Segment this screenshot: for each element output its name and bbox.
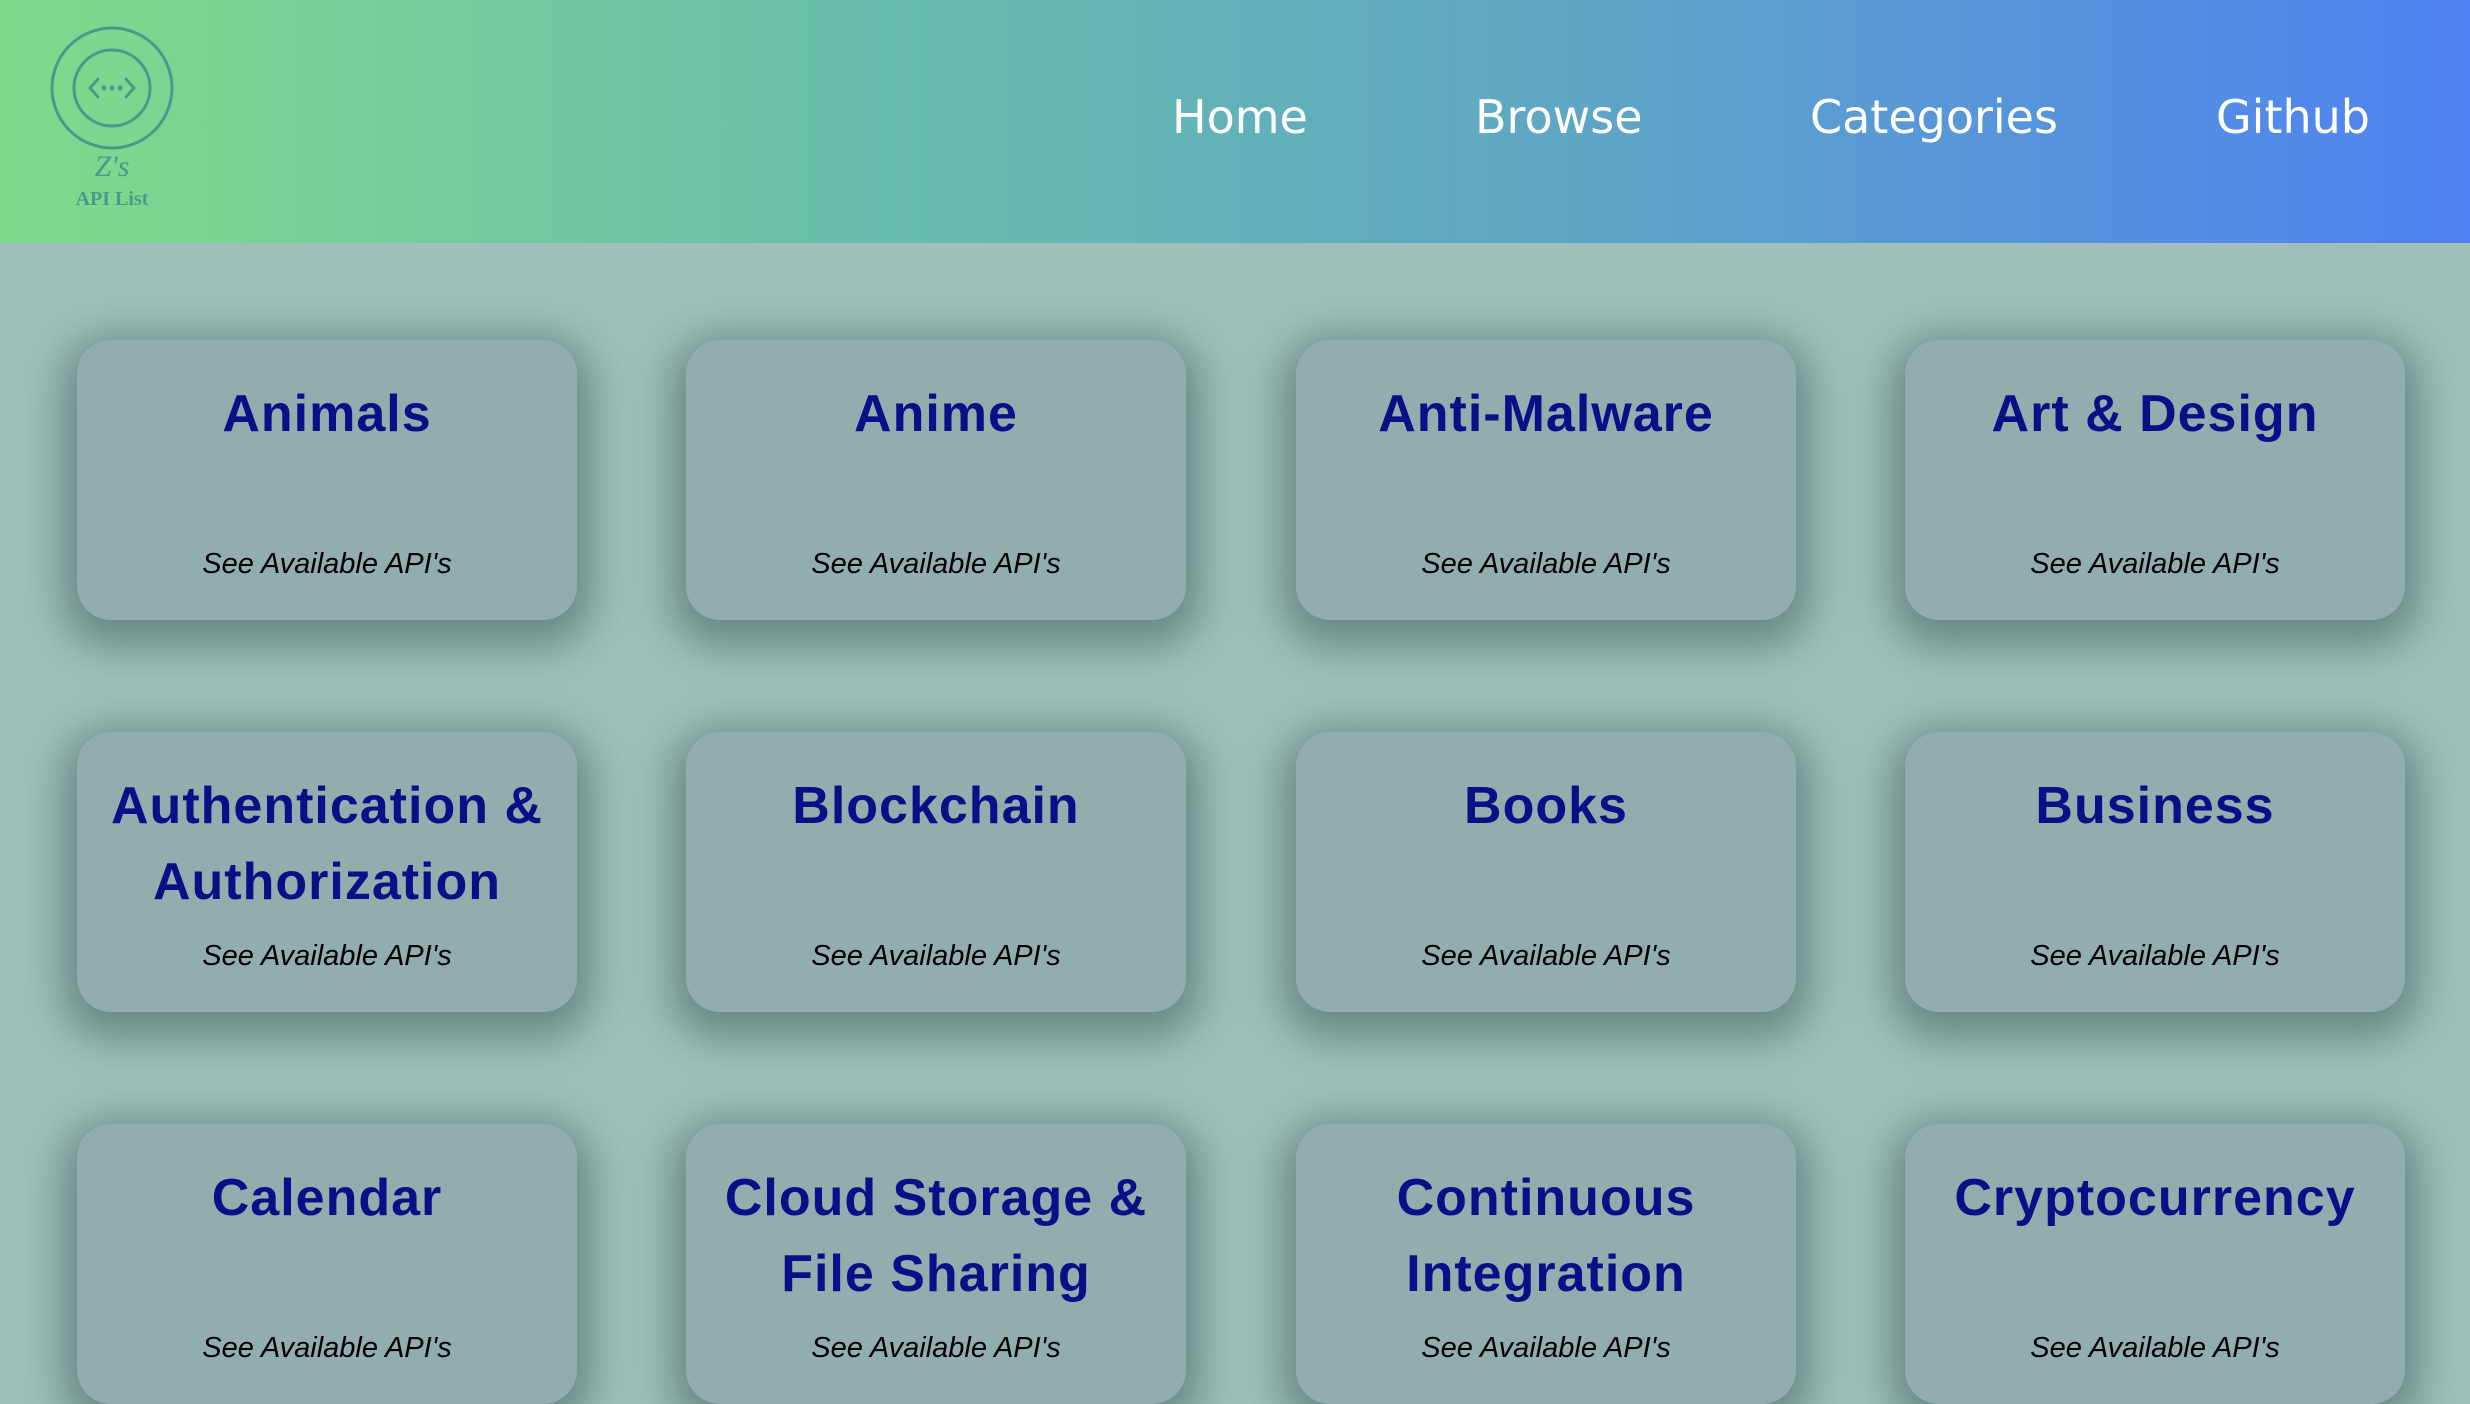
category-card-art-design[interactable]: Art & Design See Available API's	[1905, 340, 2405, 620]
see-apis-link[interactable]: See Available API's	[1296, 546, 1796, 582]
category-card-animals[interactable]: Animals See Available API's	[77, 340, 577, 620]
nav-home-link[interactable]: Home	[1172, 82, 1308, 152]
category-title: Cloud Storage & File Sharing	[724, 1169, 1148, 1303]
nav-browse-link[interactable]: Browse	[1475, 82, 1643, 152]
category-title: Authentication & Authorization	[111, 777, 543, 911]
category-title: Art & Design	[1991, 385, 2319, 443]
category-title: Business	[2035, 777, 2275, 835]
see-apis-link[interactable]: See Available API's	[686, 938, 1186, 974]
see-apis-link[interactable]: See Available API's	[77, 938, 577, 974]
see-apis-link[interactable]: See Available API's	[1905, 1330, 2405, 1366]
category-title: Animals	[222, 385, 432, 443]
category-card-blockchain[interactable]: Blockchain See Available API's	[686, 732, 1186, 1012]
see-apis-link[interactable]: See Available API's	[686, 546, 1186, 582]
logo-subtitle: API List	[75, 188, 149, 210]
nav-categories-link[interactable]: Categories	[1810, 82, 2058, 152]
see-apis-link[interactable]: See Available API's	[1905, 546, 2405, 582]
nav-github-link[interactable]: Github	[2216, 82, 2370, 152]
category-title: Continuous Integration	[1396, 1169, 1696, 1303]
category-card-authentication[interactable]: Authentication & Authorization See Avail…	[77, 732, 577, 1012]
see-apis-link[interactable]: See Available API's	[77, 546, 577, 582]
code-brackets-icon	[50, 26, 174, 150]
site-logo[interactable]: Z's API List	[48, 24, 176, 214]
category-card-books[interactable]: Books See Available API's	[1296, 732, 1796, 1012]
category-card-anime[interactable]: Anime See Available API's	[686, 340, 1186, 620]
category-card-calendar[interactable]: Calendar See Available API's	[77, 1124, 577, 1404]
category-title: Calendar	[211, 1169, 443, 1227]
see-apis-link[interactable]: See Available API's	[1296, 938, 1796, 974]
category-title: Anime	[854, 385, 1018, 443]
category-title: Anti-Malware	[1378, 385, 1714, 443]
category-title: Blockchain	[792, 777, 1080, 835]
see-apis-link[interactable]: See Available API's	[686, 1330, 1186, 1366]
category-card-cryptocurrency[interactable]: Cryptocurrency See Available API's	[1905, 1124, 2405, 1404]
logo-title: Z's	[94, 150, 130, 183]
category-title: Books	[1464, 777, 1628, 835]
see-apis-link[interactable]: See Available API's	[1296, 1330, 1796, 1366]
category-title: Cryptocurrency	[1954, 1169, 2356, 1227]
category-card-continuous-integration[interactable]: Continuous Integration See Available API…	[1296, 1124, 1796, 1404]
category-card-anti-malware[interactable]: Anti-Malware See Available API's	[1296, 340, 1796, 620]
category-card-business[interactable]: Business See Available API's	[1905, 732, 2405, 1012]
see-apis-link[interactable]: See Available API's	[77, 1330, 577, 1366]
see-apis-link[interactable]: See Available API's	[1905, 938, 2405, 974]
site-header: Z's API List Home Browse Categories Gith…	[0, 0, 2470, 243]
category-card-cloud-storage[interactable]: Cloud Storage & File Sharing See Availab…	[686, 1124, 1186, 1404]
